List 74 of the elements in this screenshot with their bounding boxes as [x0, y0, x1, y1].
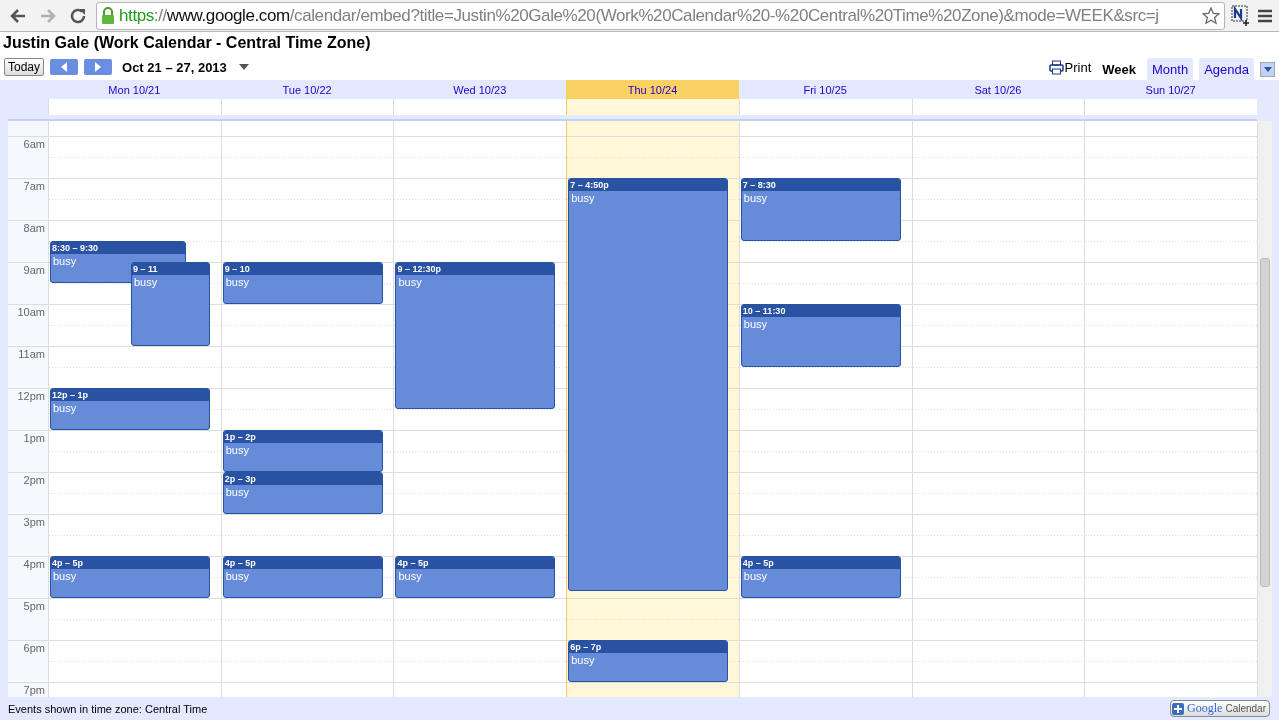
- view-tab[interactable]: Month: [1147, 58, 1194, 80]
- event-time: 4p – 5p: [741, 557, 900, 569]
- caret-icon: [238, 64, 249, 70]
- caret-icon: [1263, 66, 1272, 72]
- event-time: 1p – 2p: [223, 431, 382, 443]
- day-header[interactable]: Mon 10/21: [48, 80, 221, 99]
- day-header[interactable]: Sat 10/26: [911, 80, 1085, 99]
- event-block[interactable]: 7 – 8:30 busy: [740, 178, 901, 241]
- view-tab[interactable]: Agenda: [1199, 58, 1254, 80]
- previous-week-button[interactable]: [50, 59, 79, 75]
- event-time: 7 – 8:30: [741, 179, 900, 191]
- google-calendar-badge[interactable]: Google Calendar: [1170, 700, 1270, 717]
- event-title: busy: [570, 653, 596, 667]
- printer-icon: [1048, 59, 1064, 75]
- scrollbar-thumb[interactable]: [1260, 258, 1270, 587]
- event-title: busy: [570, 191, 596, 205]
- day-header[interactable]: Fri 10/25: [738, 80, 912, 99]
- event-title: busy: [224, 275, 250, 289]
- day-header[interactable]: Wed 10/23: [393, 80, 567, 99]
- event-time: 7 – 4:50p: [569, 179, 728, 191]
- event-block[interactable]: 9 – 10 busy: [222, 262, 383, 304]
- date-range: Oct 21 – 27, 2013: [122, 59, 227, 75]
- event-title: busy: [52, 401, 78, 415]
- event-block[interactable]: 1p – 2p busy: [222, 430, 383, 472]
- event-title: busy: [224, 569, 250, 583]
- address-bar[interactable]: https://www.google.com/calendar/embed?title=Justin%20Gale%20(Work%20Calendar%20-%20Central%20Time%20Zone)&mode=WEEK&src=j: [96, 1, 1225, 30]
- day-header[interactable]: Sun 10/27: [1084, 80, 1257, 99]
- event-title: busy: [742, 191, 769, 205]
- menu-icon[interactable]: [1257, 8, 1273, 23]
- event-time: 10 – 11:30: [741, 305, 900, 317]
- plus-icon: [1172, 702, 1185, 715]
- calendar-title: Justin Gale (Work Calendar - Central Time Zone): [2, 33, 372, 53]
- view-menu-button[interactable]: [1260, 61, 1275, 77]
- event-title: busy: [397, 569, 423, 583]
- next-week-button[interactable]: [84, 59, 113, 75]
- event-block[interactable]: 7 – 4:50p busy: [568, 178, 729, 591]
- today-button[interactable]: Today: [4, 58, 45, 76]
- event-time: 4p – 5p: [51, 557, 209, 569]
- right-triangle-icon: [95, 62, 102, 72]
- event-title: busy: [52, 569, 78, 583]
- event-time: 4p – 5p: [396, 557, 555, 569]
- event-time: 6p – 7p: [569, 641, 728, 653]
- event-time: 4p – 5p: [223, 557, 382, 569]
- event-block[interactable]: 4p – 5p busy: [222, 556, 383, 598]
- event-time: 9 – 12:30p: [396, 263, 555, 275]
- timezone-note: Events shown in time zone: Central Time: [8, 702, 208, 715]
- event-time: 2p – 3p: [223, 473, 382, 485]
- event-block[interactable]: 9 – 12:30p busy: [395, 262, 556, 409]
- event-time: 12p – 1p: [51, 389, 209, 401]
- left-triangle-icon: [61, 62, 68, 72]
- event-block[interactable]: 4p – 5p busy: [50, 556, 210, 598]
- event-time: 9 – 11: [132, 263, 209, 275]
- event-block[interactable]: 12p – 1p busy: [50, 388, 210, 430]
- event-title: busy: [397, 275, 423, 289]
- day-header[interactable]: Thu 10/24: [566, 80, 739, 99]
- event-title: busy: [224, 485, 250, 499]
- event-time: 9 – 10: [223, 263, 382, 275]
- event-block[interactable]: 4p – 5p busy: [395, 556, 556, 598]
- event-title: busy: [742, 317, 769, 331]
- event-block[interactable]: 2p – 3p busy: [222, 472, 383, 514]
- lock-icon: [101, 6, 115, 25]
- event-block[interactable]: 9 – 11 busy: [131, 262, 210, 346]
- print-button[interactable]: Print: [1048, 59, 1092, 75]
- event-block[interactable]: 4p – 5p busy: [740, 556, 901, 598]
- event-title: busy: [52, 254, 78, 268]
- star-icon[interactable]: [1202, 6, 1220, 25]
- event-title: busy: [224, 443, 250, 457]
- event-block[interactable]: 10 – 11:30 busy: [740, 304, 901, 367]
- scrollbar[interactable]: [1257, 121, 1272, 697]
- event-time: 8:30 – 9:30: [51, 242, 185, 254]
- event-block[interactable]: 6p – 7p busy: [568, 640, 729, 682]
- extension-icon[interactable]: [1231, 4, 1251, 27]
- event-title: busy: [742, 569, 769, 583]
- day-header[interactable]: Tue 10/22: [220, 80, 394, 99]
